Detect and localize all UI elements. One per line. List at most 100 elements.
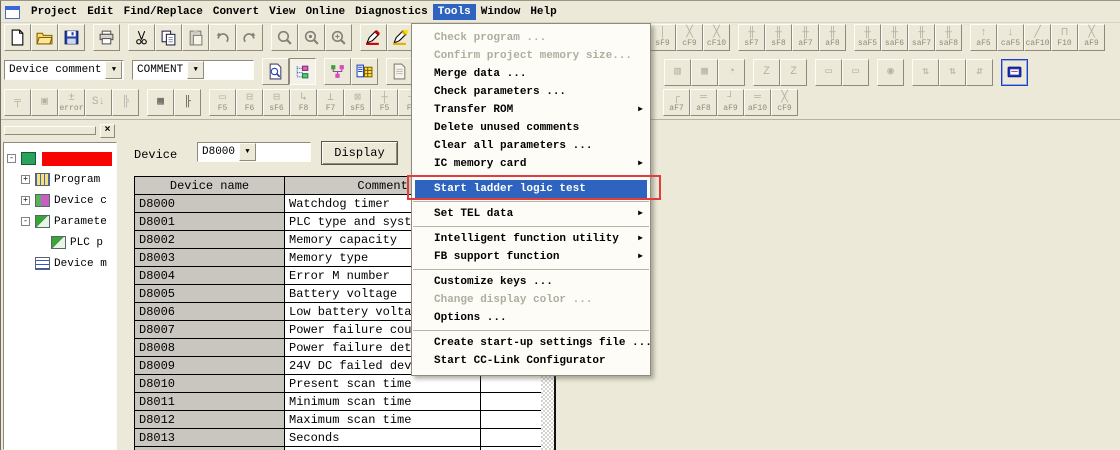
dropdown-arrow-icon[interactable]: ▼ <box>105 61 122 79</box>
ladder-aF9-button[interactable]: ╳aF9 <box>1078 24 1105 51</box>
marker-clear-button[interactable] <box>387 24 414 51</box>
menu-find-replace[interactable]: Find/Replace <box>119 4 208 20</box>
menu-edit[interactable]: Edit <box>82 4 118 20</box>
copy-button[interactable] <box>155 24 182 51</box>
undo-button[interactable] <box>209 24 236 51</box>
application-instruction-button[interactable]: ⊠sF5 <box>344 89 371 116</box>
menu-item-create-startup-settings-file[interactable]: Create start-up settings file ... <box>412 334 650 352</box>
expander-icon[interactable]: + <box>21 175 30 184</box>
windows-overlap-button[interactable]: ▣ <box>31 89 58 116</box>
close-panel-button[interactable]: × <box>100 124 115 138</box>
device-combobox[interactable]: D8000 ▼ <box>197 142 311 162</box>
error-jump-button[interactable]: ±error <box>58 89 85 116</box>
expander-icon[interactable]: + <box>21 196 30 205</box>
paste-button[interactable] <box>182 24 209 51</box>
comment-cell[interactable]: Minute data <box>285 447 481 450</box>
panel-grip-handle[interactable] <box>4 126 96 135</box>
menu-separator[interactable] <box>413 226 649 227</box>
menu-convert[interactable]: Convert <box>208 4 264 20</box>
tree-item-program[interactable]: + Program <box>4 169 116 190</box>
ladder-caF10-button[interactable]: ╱caF10 <box>1024 24 1051 51</box>
menu-help[interactable]: Help <box>525 4 561 20</box>
ladder-F10-button[interactable]: ⊓F10 <box>1051 24 1078 51</box>
menu-item-start-cc-link-configurator[interactable]: Start CC-Link Configurator <box>412 352 650 370</box>
ladder-saF8-button[interactable]: ╫saF8 <box>935 24 962 51</box>
device-name-cell[interactable]: D8008 <box>135 339 285 357</box>
new-project-button[interactable] <box>4 24 31 51</box>
marker-set-button[interactable] <box>360 24 387 51</box>
ladder-cF9-button[interactable]: ╳cF9 <box>676 24 703 51</box>
vertical-line-button[interactable]: ⊥F7 <box>317 89 344 116</box>
data-name-combobox[interactable]: COMMENT ▼ <box>132 60 254 80</box>
menu-diagnostics[interactable]: Diagnostics <box>350 4 433 20</box>
close-contact-button[interactable]: ⊟F6 <box>236 89 263 116</box>
dropdown-arrow-icon[interactable]: ▼ <box>239 143 256 161</box>
menu-item-change-display-color[interactable]: Change display color ... <box>412 291 650 309</box>
delete-line-button[interactable]: ╳cF9 <box>771 89 798 116</box>
tree-item-device-comment[interactable]: + Device c <box>4 190 116 211</box>
find-comment-button[interactable] <box>262 58 289 85</box>
tree-item-plc-parameter[interactable]: PLC p <box>4 232 116 253</box>
find-device-button[interactable] <box>298 24 325 51</box>
grid-display-button[interactable]: ▦ <box>147 89 174 116</box>
verify-comment-button[interactable] <box>386 58 413 85</box>
ladder-aF7-button[interactable]: ╫aF7 <box>792 24 819 51</box>
print-button[interactable] <box>93 24 120 51</box>
menu-project[interactable]: Project <box>26 4 82 20</box>
device-name-cell[interactable]: D8009 <box>135 357 285 375</box>
ladder-aF5-button[interactable]: ↑aF5 <box>970 24 997 51</box>
step-s1-s9-button[interactable]: S↓ <box>85 89 112 116</box>
scan-step-2-button[interactable]: Z <box>780 59 807 86</box>
device-name-cell[interactable]: D8002 <box>135 231 285 249</box>
device-name-cell[interactable]: D8012 <box>135 411 285 429</box>
menu-tools[interactable]: Tools <box>433 4 476 20</box>
ladder-branch-button[interactable]: ╟ <box>174 89 201 116</box>
expander-icon[interactable]: - <box>21 217 30 226</box>
open-branch-button[interactable]: ⊟sF6 <box>263 89 290 116</box>
device-name-cell[interactable]: D8010 <box>135 375 285 393</box>
device-name-cell[interactable]: D8014 <box>135 447 285 450</box>
cut-button[interactable] <box>128 24 155 51</box>
menu-item-check-parameters[interactable]: Check parameters ... <box>412 83 650 101</box>
ladder-saF6-button[interactable]: ╫saF6 <box>881 24 908 51</box>
ladder-cF10-button[interactable]: ╳cF10 <box>703 24 730 51</box>
menu-window[interactable]: Window <box>476 4 526 20</box>
sort-order-button[interactable]: ⇵ <box>966 59 993 86</box>
menu-item-transfer-rom[interactable]: Transfer ROM ▶ <box>412 101 650 119</box>
device-name-cell[interactable]: D8005 <box>135 285 285 303</box>
device-name-cell[interactable]: D8006 <box>135 303 285 321</box>
menu-item-customize-keys[interactable]: Customize keys ... <box>412 273 650 291</box>
device-test-button[interactable]: ◉ <box>877 59 904 86</box>
monitor-mode-button[interactable] <box>1001 59 1028 86</box>
mdi-child-window-icon[interactable] <box>5 6 20 19</box>
tree-root-project[interactable]: - <box>4 148 116 169</box>
ladder-saF5-button[interactable]: ╫saF5 <box>854 24 881 51</box>
menu-item-options[interactable]: Options ... <box>412 309 650 327</box>
pulse-close-branch-button[interactable]: ═aF10 <box>744 89 771 116</box>
menu-separator[interactable] <box>413 269 649 270</box>
device-name-cell[interactable]: D8011 <box>135 393 285 411</box>
device-name-cell[interactable]: D8004 <box>135 267 285 285</box>
extra-cell[interactable] <box>481 375 543 393</box>
device-name-cell[interactable]: D8003 <box>135 249 285 267</box>
device-name-cell[interactable]: D8000 <box>135 195 285 213</box>
comment-cell[interactable]: Minimum scan time <box>285 393 481 411</box>
device-comment-tree-button[interactable] <box>324 58 351 85</box>
ladder-sF7-button[interactable]: ╫sF7 <box>738 24 765 51</box>
menu-item-delete-unused-comments[interactable]: Delete unused comments <box>412 119 650 137</box>
entry-data-monitor-button[interactable]: ▦ <box>691 59 718 86</box>
menu-item-merge-data[interactable]: Merge data ... <box>412 65 650 83</box>
device-name-cell[interactable]: D8001 <box>135 213 285 231</box>
ladder-caF5-button[interactable]: ↓caF5 <box>997 24 1024 51</box>
window-tile-button[interactable]: ▭ <box>842 59 869 86</box>
menu-item-clear-all-parameters[interactable]: Clear all parameters ... <box>412 137 650 155</box>
find-string-button[interactable] <box>325 24 352 51</box>
menu-item-check-program[interactable]: Check program ... <box>412 29 650 47</box>
menu-view[interactable]: View <box>264 4 300 20</box>
menu-item-fb-support-function[interactable]: FB support function ▶ <box>412 248 650 266</box>
menu-item-set-tel-data[interactable]: Set TEL data ▶ <box>412 205 650 223</box>
program-monitor-button[interactable]: ▥ <box>664 59 691 86</box>
menu-separator[interactable] <box>413 201 649 202</box>
falling-pulse-button[interactable]: ═aF8 <box>690 89 717 116</box>
column-header-device-name[interactable]: Device name <box>135 177 285 195</box>
